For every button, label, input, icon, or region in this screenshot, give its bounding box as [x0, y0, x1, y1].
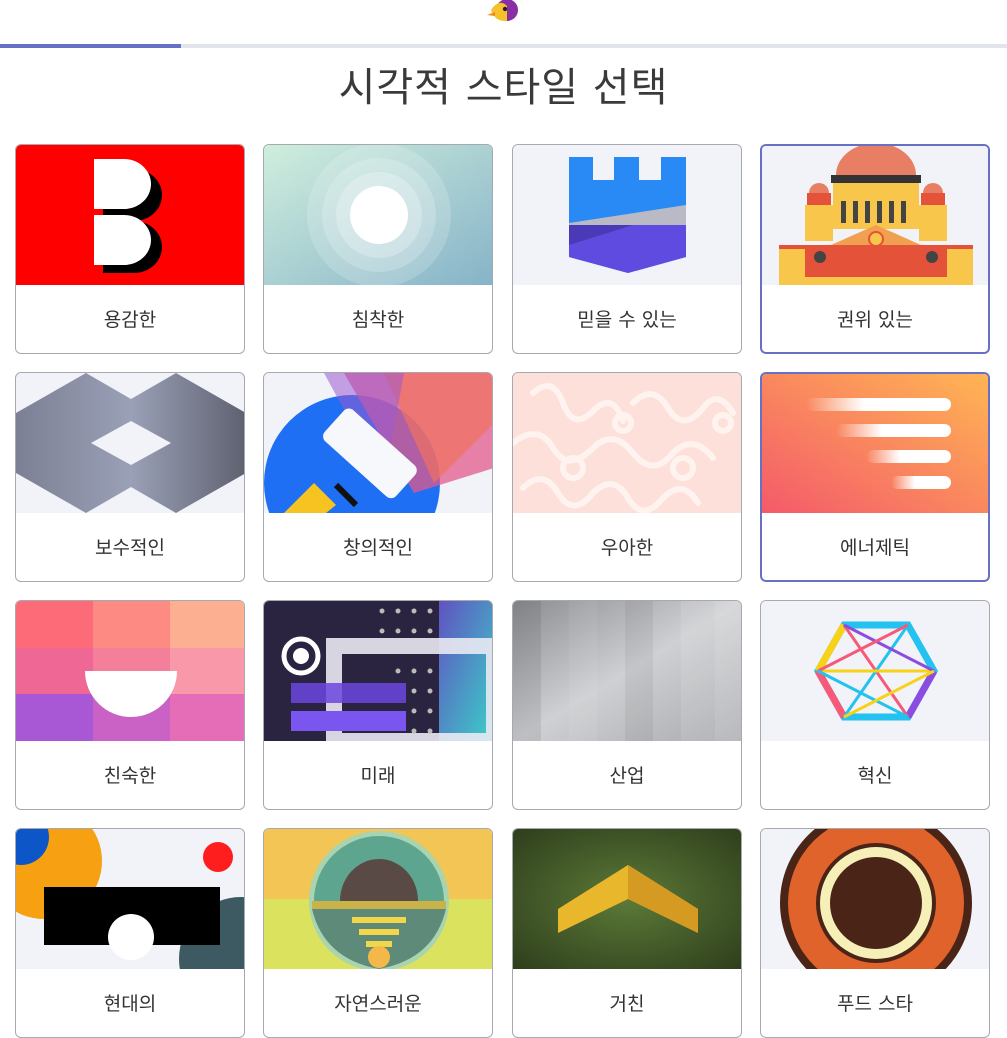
style-card-bold[interactable]: 용감한 — [15, 144, 245, 354]
futuristic-panel-icon — [264, 601, 492, 741]
calm-circles-icon — [264, 145, 492, 285]
page-title: 시각적 스타일 선택 — [338, 65, 669, 111]
style-label: 권위 있는 — [837, 309, 913, 331]
geometric-pattern-icon — [16, 373, 244, 513]
style-label: 현대의 — [103, 993, 157, 1015]
bird-logo-icon[interactable] — [485, 0, 519, 24]
style-card-friendly[interactable]: 친숙한 — [15, 600, 245, 810]
style-label: 거친 — [609, 993, 645, 1015]
style-label: 친숙한 — [103, 765, 157, 787]
speed-lines-icon — [762, 374, 988, 513]
style-card-innovation[interactable]: 혁신 — [760, 600, 990, 810]
capitol-building-icon — [762, 146, 988, 285]
style-card-future[interactable]: 미래 — [263, 600, 493, 810]
damask-pattern-icon — [513, 373, 741, 513]
style-label: 용감한 — [103, 309, 157, 331]
style-card-calm[interactable]: 침착한 — [263, 144, 493, 354]
brushed-metal-icon — [513, 601, 741, 741]
progress-fill — [0, 44, 182, 48]
modern-shapes-icon — [16, 829, 244, 969]
bold-b-icon — [16, 145, 244, 285]
style-card-modern[interactable]: 현대의 — [15, 828, 245, 1038]
style-label: 미래 — [360, 765, 396, 787]
style-label: 산업 — [609, 765, 645, 787]
paint-roller-icon — [264, 373, 492, 513]
style-card-authoritative[interactable]: 권위 있는 — [760, 144, 990, 354]
style-card-trustworthy[interactable]: 믿을 수 있는 — [512, 144, 742, 354]
style-card-creative[interactable]: 창의적인 — [263, 372, 493, 582]
style-card-energetic[interactable]: 에너제틱 — [760, 372, 990, 582]
style-label: 자연스러운 — [334, 993, 422, 1015]
style-card-rugged[interactable]: 거친 — [512, 828, 742, 1038]
style-card-food-star[interactable]: 푸드 스타 — [760, 828, 990, 1038]
hexagon-network-icon — [761, 601, 989, 741]
nature-sunset-icon — [264, 829, 492, 969]
style-card-conservative[interactable]: 보수적인 — [15, 372, 245, 582]
style-label: 침착한 — [351, 309, 405, 331]
style-label: 에너제틱 — [840, 537, 910, 559]
food-plate-icon — [761, 829, 989, 969]
style-label: 푸드 스타 — [837, 993, 913, 1015]
style-label: 우아한 — [600, 537, 654, 559]
style-label: 믿을 수 있는 — [577, 309, 677, 331]
rugged-chevron-icon — [513, 829, 741, 969]
style-card-elegant[interactable]: 우아한 — [512, 372, 742, 582]
style-label: 혁신 — [857, 765, 893, 787]
friendly-blocks-icon — [16, 601, 244, 741]
castle-shield-icon — [513, 145, 741, 285]
style-card-industrial[interactable]: 산업 — [512, 600, 742, 810]
style-card-natural[interactable]: 자연스러운 — [263, 828, 493, 1038]
style-label: 창의적인 — [343, 537, 413, 559]
style-label: 보수적인 — [95, 537, 165, 559]
progress-bar — [0, 44, 1007, 48]
